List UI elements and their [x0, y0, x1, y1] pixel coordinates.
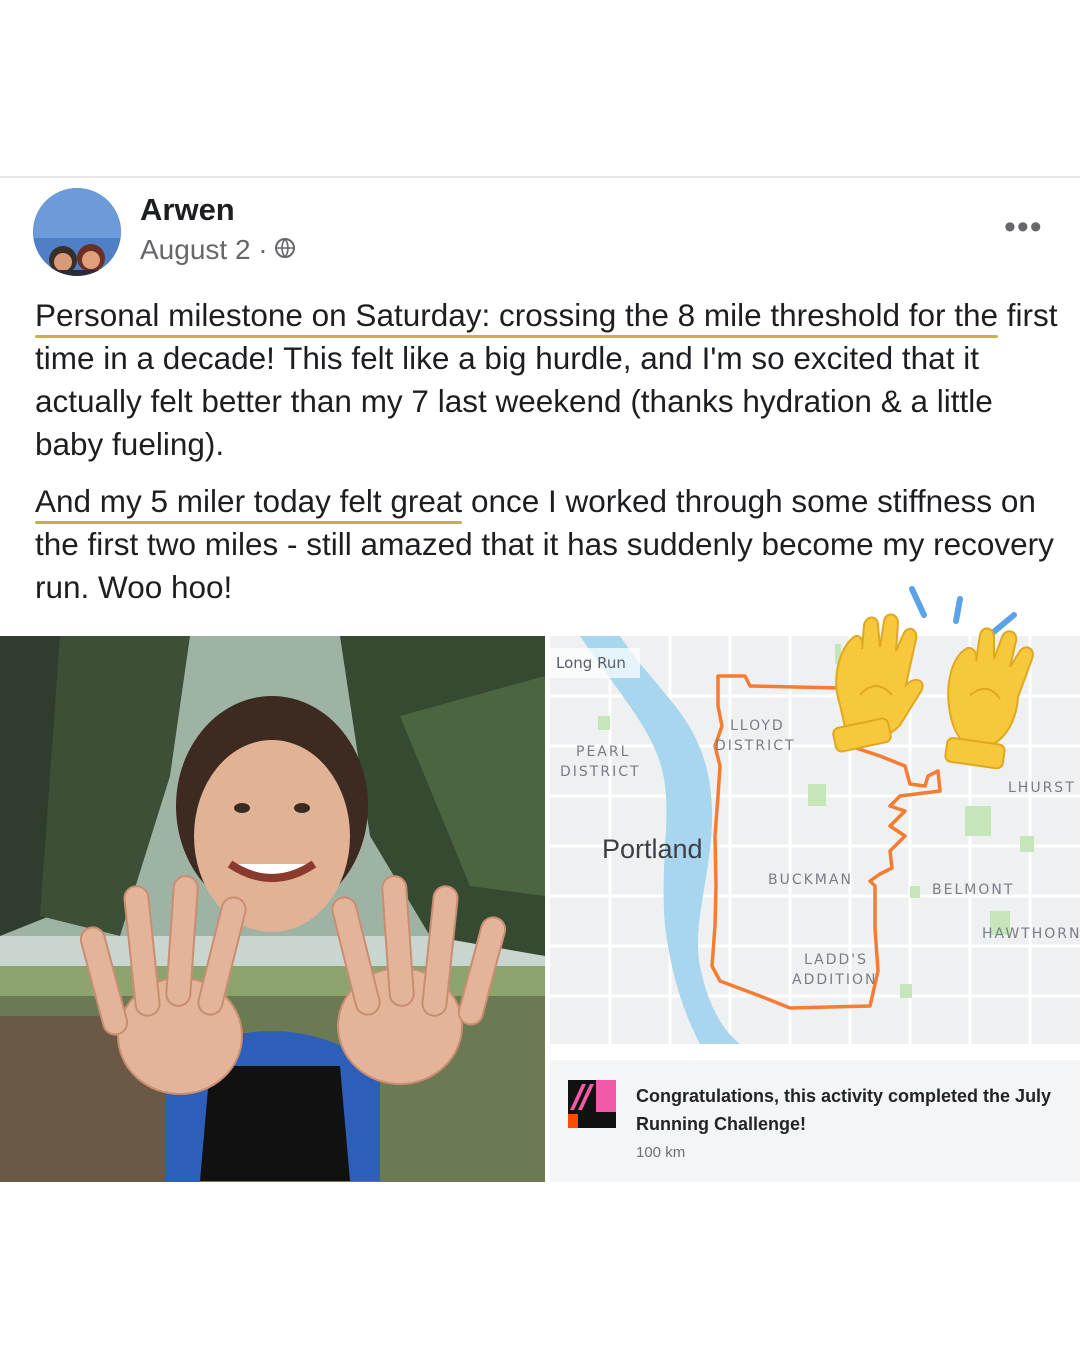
raising-hands-icon [820, 585, 1060, 800]
highlighted-text: Personal milestone on Saturday: crossing… [35, 297, 999, 333]
map-label-city: Portland [602, 834, 703, 864]
challenge-badge-icon [568, 1080, 616, 1128]
avatar[interactable] [33, 188, 121, 276]
map-label-belmont: BELMONT [932, 882, 1015, 898]
challenge-distance: 100 km [636, 1144, 686, 1161]
post-meta: August 2 · [140, 234, 296, 266]
map-label-ladds: LADD'S [804, 952, 868, 968]
challenge-banner[interactable]: Congratulations, this activity completed… [550, 1060, 1080, 1182]
map-label-pearl-district: DISTRICT [560, 764, 641, 780]
map-label-buckman: BUCKMAN [768, 872, 853, 888]
ellipsis-icon[interactable]: ••• [1004, 208, 1043, 247]
activity-label: Long Run [556, 654, 626, 672]
challenge-title: Congratulations, this activity completed… [636, 1086, 1052, 1134]
post-body: Personal milestone on Saturday: crossing… [35, 294, 1065, 623]
paragraph-1: Personal milestone on Saturday: crossing… [35, 294, 1065, 466]
selfie-photo[interactable] [0, 636, 545, 1182]
highlighted-text: And my 5 miler today felt great [35, 483, 463, 519]
map-label-pearl: PEARL [576, 744, 631, 760]
map-label-lloyd: LLOYD [730, 718, 785, 734]
map-label-hawthorne: HAWTHORN [982, 926, 1080, 942]
map-label-lloyd-district: DISTRICT [715, 738, 796, 754]
map-label-ladds-addition: ADDITION [792, 972, 878, 988]
author-name[interactable]: Arwen [140, 192, 235, 228]
post-date[interactable]: August 2 · [140, 234, 268, 266]
globe-icon [274, 234, 296, 266]
